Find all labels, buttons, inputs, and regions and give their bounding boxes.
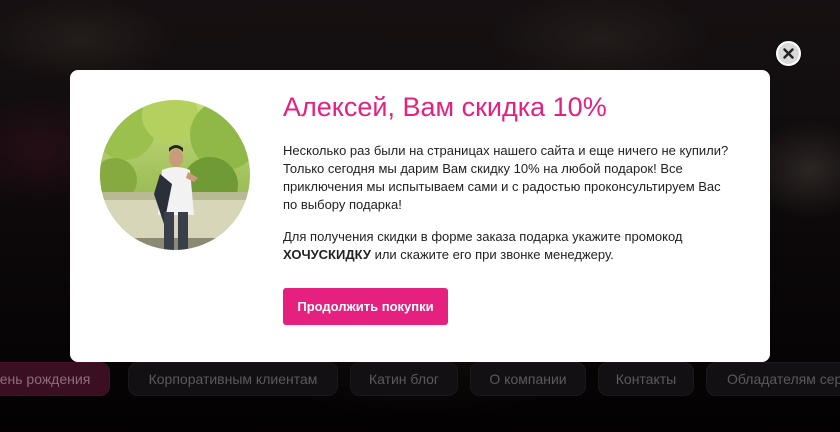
promo-code: ХОЧУСКИДКУ xyxy=(283,247,371,262)
promo-instructions: Для получения скидки в форме заказа пода… xyxy=(283,228,733,264)
promo-text-after: или скажите его при звонке менеджеру. xyxy=(370,247,614,262)
close-icon xyxy=(783,48,794,59)
popup-title: Алексей, Вам скидка 10% xyxy=(283,92,607,122)
continue-shopping-button[interactable]: Продолжить покупки xyxy=(283,288,448,325)
close-popup-button[interactable] xyxy=(776,41,801,66)
discount-popup: Алексей, Вам скидка 10% Несколько раз бы… xyxy=(70,70,770,362)
promo-text-before: Для получения скидки в форме заказа пода… xyxy=(283,229,683,244)
popup-message: Несколько раз были на страницах нашего с… xyxy=(283,143,729,212)
manager-photo xyxy=(100,100,250,250)
